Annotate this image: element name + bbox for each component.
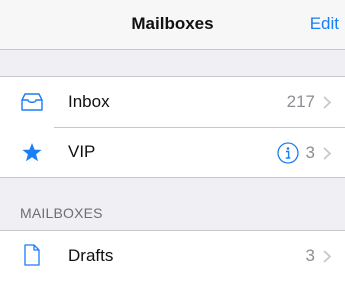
star-icon xyxy=(22,143,42,162)
list-item-vip[interactable]: VIP 3 xyxy=(0,127,345,177)
inbox-label: Inbox xyxy=(68,92,110,111)
document-icon xyxy=(24,244,40,266)
chevron-right-icon xyxy=(323,146,331,160)
inbox-count: 217 xyxy=(286,92,315,111)
list-item-drafts[interactable]: Drafts 3 xyxy=(0,231,345,281)
vip-count-area: 3 xyxy=(276,142,331,164)
drafts-count: 3 xyxy=(305,246,315,265)
section-header-mailboxes: MAILBOXES xyxy=(20,205,103,221)
page-title: Mailboxes xyxy=(131,14,214,33)
inbox-tray-icon xyxy=(21,93,43,111)
vip-count: 3 xyxy=(305,143,315,162)
drafts-count-area: 3 xyxy=(306,246,331,266)
edit-button[interactable]: Edit xyxy=(310,14,339,34)
chevron-right-icon xyxy=(323,249,331,263)
navigation-bar: Mailboxes Edit xyxy=(0,0,345,50)
list-item-inbox[interactable]: Inbox 217 xyxy=(0,77,345,127)
vip-label: VIP xyxy=(68,142,96,161)
info-icon[interactable] xyxy=(276,142,299,164)
mailbox-list-top: Inbox 217 VIP 3 xyxy=(0,76,345,178)
inbox-count-area: 217 xyxy=(287,92,331,112)
chevron-right-icon xyxy=(323,95,331,109)
drafts-label: Drafts xyxy=(68,246,114,265)
mailbox-list-bottom: Drafts 3 xyxy=(0,230,345,281)
